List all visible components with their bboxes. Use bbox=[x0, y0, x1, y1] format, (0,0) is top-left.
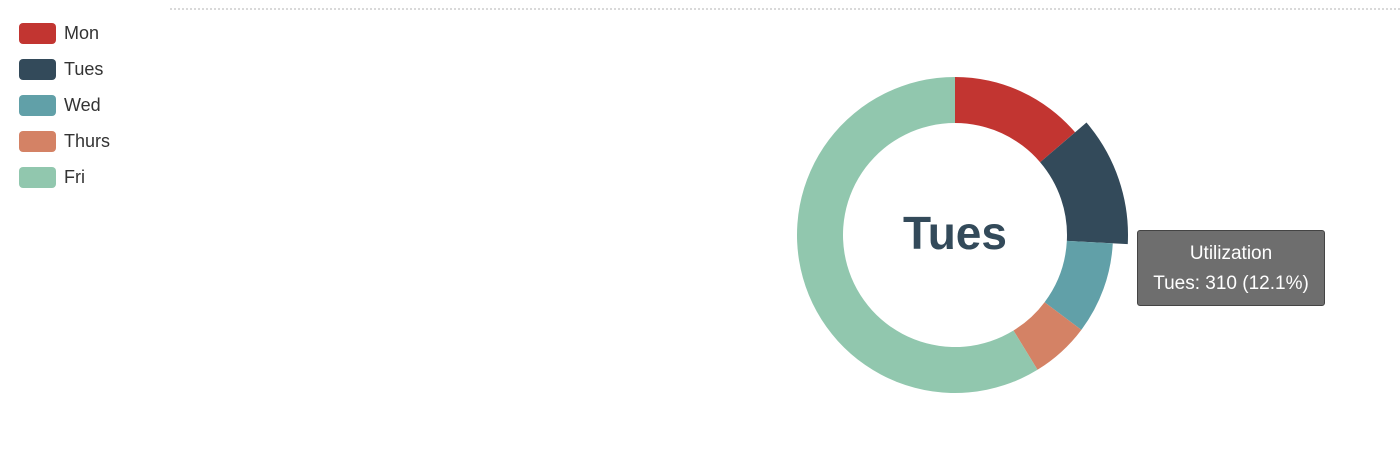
tooltip-title: Utilization bbox=[1189, 243, 1273, 264]
chart-tooltip: Utilization Tues: 310 (12.1%) bbox=[1137, 230, 1325, 306]
tooltip-text: Tues: 310 (12.1%) bbox=[1153, 273, 1309, 294]
chart-container: Mon Tues Wed Thurs Fri Tues Utilization … bbox=[0, 0, 1400, 462]
donut-center-label: Tues bbox=[903, 207, 1007, 259]
